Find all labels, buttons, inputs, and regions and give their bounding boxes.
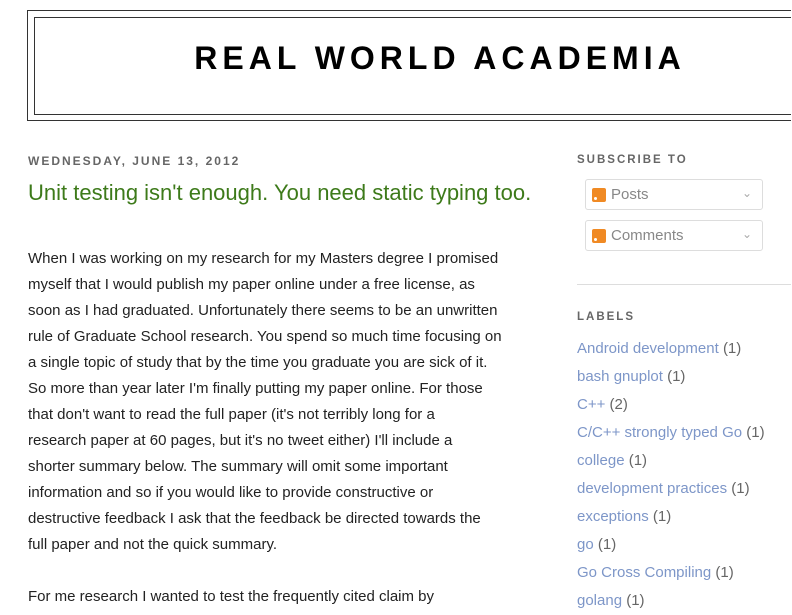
post-line: For me research I wanted to test the fre… [28, 588, 435, 605]
rss-icon [592, 228, 606, 243]
post-body: When I was working on my research for my… [28, 246, 548, 610]
label-item: exceptions (1) [577, 503, 789, 531]
label-item: college (1) [577, 447, 789, 475]
post-line: a single topic of study that by the time… [28, 354, 488, 371]
label-link[interactable]: development practices [577, 480, 727, 497]
label-count: (1) [722, 340, 742, 357]
label-count: (1) [628, 452, 648, 469]
labels-list: Android development (1) bash gnuplot (1) C… [577, 335, 789, 615]
label-count: (2) [609, 396, 628, 413]
label-count: (1) [626, 592, 645, 609]
label-link[interactable]: exceptions [577, 508, 649, 525]
subscribe-heading: SUBSCRIBE TO [577, 154, 688, 166]
label-item: Go Cross Compiling (1) [577, 559, 789, 587]
label-count: (1) [597, 536, 617, 553]
posts-feed-dropdown[interactable]: Posts ⌄ [585, 179, 763, 210]
chevron-down-icon: ⌄ [741, 227, 752, 241]
post-line: So more than year later I'm finally putt… [28, 380, 483, 397]
label-link[interactable]: C/C++ strongly typed Go [577, 424, 742, 441]
post-date: WEDNESDAY, JUNE 13, 2012 [28, 154, 241, 168]
label-item: development practices (1) [577, 475, 789, 503]
label-count: (1) [652, 508, 672, 525]
label-link[interactable]: Go Cross Compiling [577, 564, 711, 581]
post-line: When I was working on my research for my… [28, 250, 499, 267]
post-title[interactable]: Unit testing isn't enough. You need stat… [28, 178, 538, 207]
label-item: C++ (2) [577, 391, 789, 419]
feed-label: Posts [611, 186, 649, 203]
comments-feed-dropdown[interactable]: Comments ⌄ [585, 220, 763, 251]
label-count: (1) [746, 424, 765, 441]
label-link[interactable]: college [577, 452, 625, 469]
post-line: rule of Graduate School research. You sp… [28, 328, 502, 345]
feed-label: Comments [611, 227, 684, 244]
label-item: bash gnuplot (1) [577, 363, 789, 391]
sidebar-divider [577, 284, 791, 285]
label-count: (1) [715, 564, 734, 581]
rss-icon [592, 187, 606, 202]
label-item: Android development (1) [577, 335, 789, 363]
post-line: full paper and not the quick summary. [28, 536, 278, 553]
label-item: go (1) [577, 531, 789, 559]
blog-title[interactable]: REAL WORLD ACADEMIA [90, 40, 790, 77]
label-item: C/C++ strongly typed Go (1) [577, 419, 789, 447]
chevron-down-icon: ⌄ [741, 186, 752, 200]
label-link[interactable]: go [577, 536, 594, 553]
post-line: that don't want to read the full paper (… [28, 406, 435, 423]
label-count: (1) [667, 368, 686, 385]
label-link[interactable]: golang [577, 592, 622, 609]
post-line: research paper at 60 pages, but it's no … [28, 432, 453, 449]
post-line: soon as I had graduated. Unfortunately t… [28, 302, 498, 319]
label-count: (1) [731, 480, 750, 497]
post-line: information and so if you would like to … [28, 484, 434, 501]
labels-heading: LABELS [577, 311, 635, 323]
label-link[interactable]: bash gnuplot [577, 368, 663, 385]
post-line: shorter summary below. The summary will … [28, 458, 448, 475]
label-link[interactable]: Android development [577, 340, 719, 357]
post-line: destructive feedback I ask that the feed… [28, 510, 481, 527]
label-link[interactable]: C++ [577, 396, 605, 413]
post-line: myself that I would publish my paper onl… [28, 276, 475, 293]
